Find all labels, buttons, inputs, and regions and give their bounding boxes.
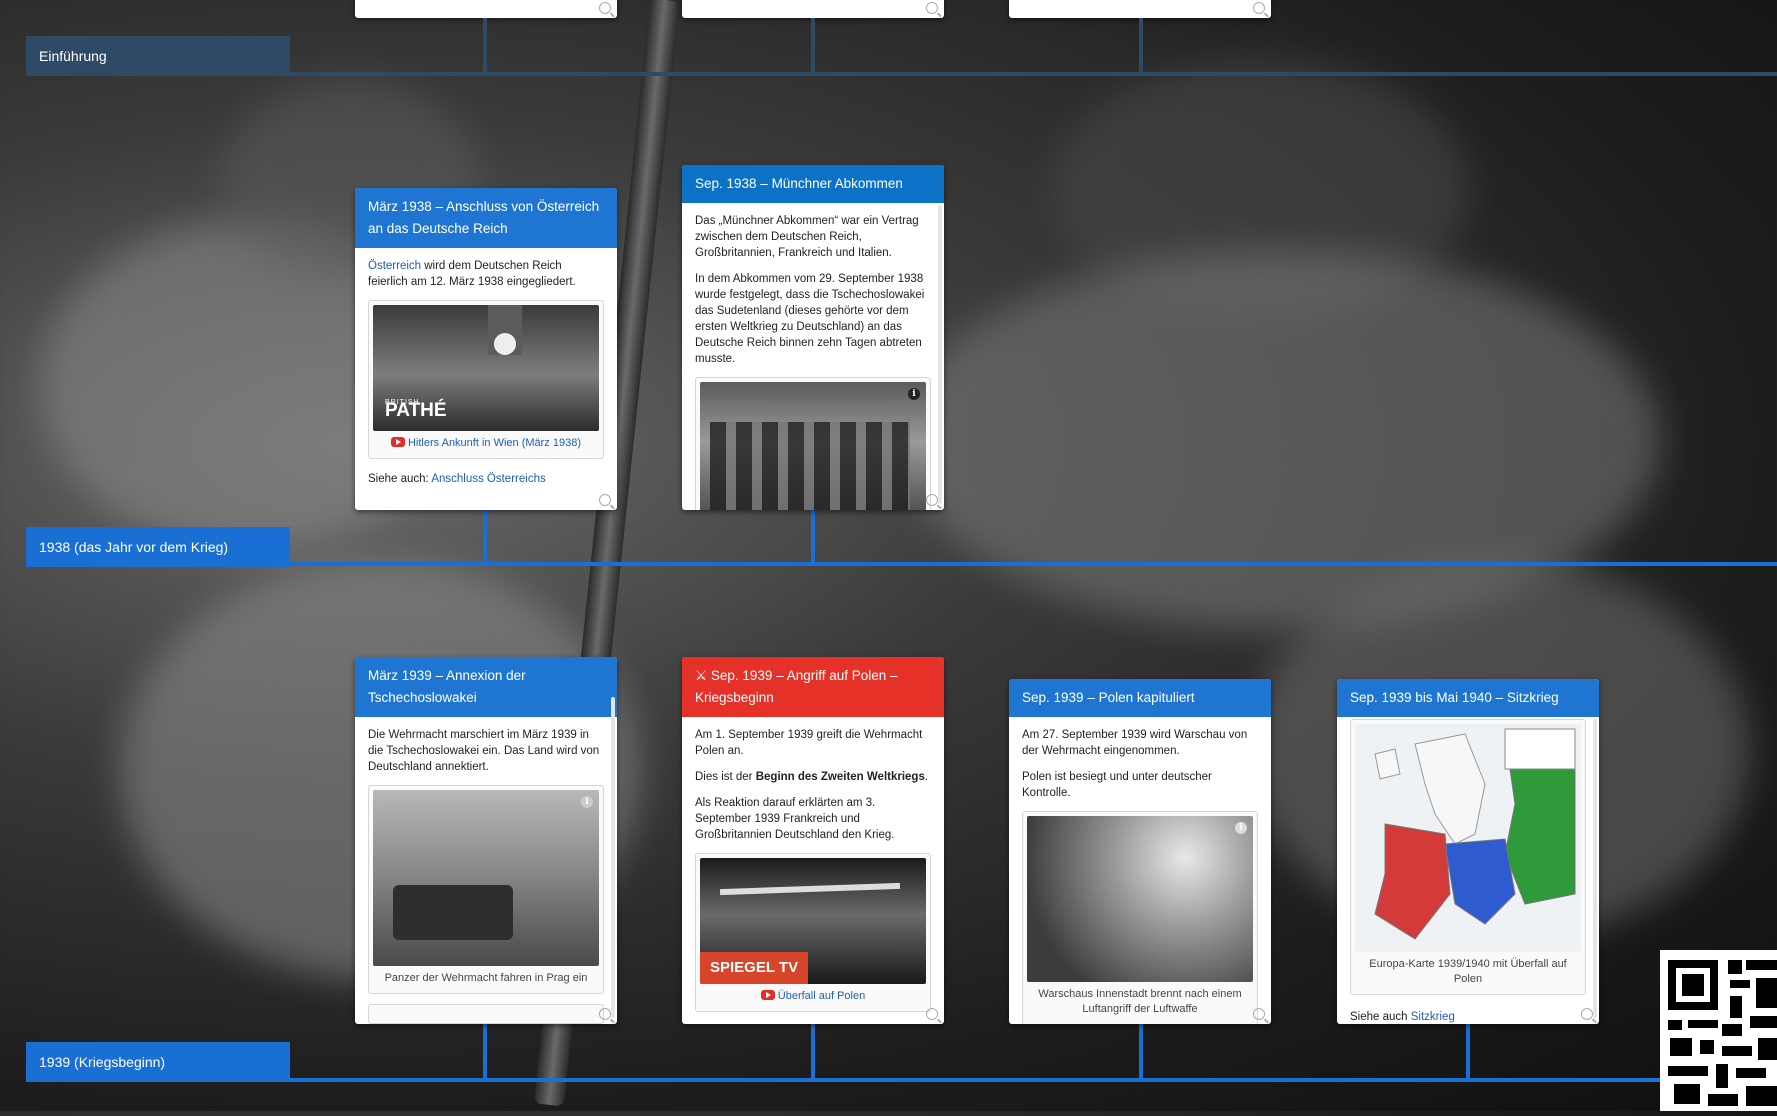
card-text: Am 27. September 1939 wird Warschau von … (1022, 729, 1248, 757)
image-caption: Europa-Karte 1939/1940 mit Überfall auf … (1369, 958, 1567, 985)
card-title[interactable]: März 1938 – Anschluss von Österreich an … (355, 188, 617, 248)
connector (1139, 18, 1143, 72)
connector (1466, 1022, 1470, 1080)
connector (483, 508, 487, 564)
card-anschluss[interactable]: März 1938 – Anschluss von Österreich an … (355, 188, 617, 510)
info-icon[interactable]: i (581, 796, 593, 808)
card-scrollbar[interactable] (1593, 719, 1597, 1018)
image-embed[interactable]: Europa-Karte 1939/1940 mit Überfall auf … (1350, 719, 1586, 995)
card-scrollbar[interactable] (611, 697, 615, 1018)
pathe-logo: PATHÉ (385, 400, 447, 421)
card-title[interactable]: Sep. 1939 bis Mai 1940 – Sitzkrieg (1337, 679, 1599, 717)
youtube-icon (390, 437, 405, 447)
banner-emblem (494, 333, 516, 355)
see-also: Siehe auch: Anschluss Österreichs (368, 471, 604, 487)
card-sitzkrieg[interactable]: Sep. 1939 bis Mai 1940 – Sitzkrieg Europ… (1337, 679, 1599, 1024)
video-link[interactable]: Hitlers Ankunft in Wien (März 1938) (408, 437, 581, 449)
lane-label-intro[interactable]: Einführung (26, 36, 290, 76)
image-caption: Warschaus Innenstadt brennt nach einem L… (1038, 988, 1242, 1015)
photo-abkommen[interactable]: i (700, 382, 926, 510)
card-text: Als Reaktion darauf erklärten am 3. Sept… (695, 797, 895, 841)
card-partial-top-2[interactable] (682, 0, 944, 18)
video-embed[interactable]: SPIEGEL TV Überfall auf Polen (695, 853, 931, 1012)
connector (811, 508, 815, 564)
card-title[interactable]: Sep. 1938 – Münchner Abkommen (682, 165, 944, 203)
image-caption: Panzer der Wehrmacht fahren in Prag ein (384, 972, 588, 984)
lane-label-1939[interactable]: 1939 (Kriegsbeginn) (26, 1042, 290, 1082)
timeline-lane-line (255, 72, 1777, 76)
zoom-icon[interactable] (599, 2, 611, 14)
qr-code-graphic (1668, 960, 1777, 1106)
video-thumbnail[interactable]: BRITISH PATHÉ (373, 305, 599, 431)
connector (483, 18, 487, 72)
image-embed[interactable]: i (695, 377, 931, 510)
card-text: Polen ist besiegt und unter deutscher Ko… (1022, 771, 1212, 799)
card-partial-top-3[interactable] (1009, 0, 1271, 18)
image-embed[interactable]: i Warschaus Innenstadt brennt nach einem… (1022, 811, 1258, 1024)
see-also-link[interactable]: Sitzkrieg (1411, 1011, 1455, 1023)
timeline-lane-line (255, 562, 1777, 566)
card-text: Die Wehrmacht marschiert im März 1939 in… (368, 729, 600, 773)
card-scrollbar[interactable] (938, 205, 942, 504)
video-link[interactable]: Überfall auf Polen (778, 990, 865, 1002)
photo-figures (710, 422, 910, 510)
text-post: . (924, 771, 929, 783)
photo-tank (393, 885, 513, 940)
spiegel-tv-logo: SPIEGEL TV (700, 952, 809, 984)
photo-warschau[interactable]: i (1027, 816, 1253, 982)
zoom-icon[interactable] (1253, 2, 1265, 14)
crossed-swords-icon: ⚔ (695, 668, 708, 683)
connector (1139, 1022, 1143, 1080)
see-also-label: Siehe auch: (368, 473, 432, 485)
card-text: Österreich wird dem Deutschen Reich feie… (368, 258, 604, 290)
youtube-icon (760, 990, 775, 1000)
zoom-icon[interactable] (1581, 1008, 1593, 1020)
see-also-label: Siehe auch (1350, 1011, 1411, 1023)
card-text: Dies ist der Beginn des Zweiten Weltkrie… (695, 769, 931, 785)
card-muenchner-abkommen[interactable]: Sep. 1938 – Münchner Abkommen Das „Münch… (682, 165, 944, 510)
card-text: Am 1. September 1939 greift die Wehrmach… (695, 729, 923, 757)
card-title[interactable]: ⚔ Sep. 1939 – Angriff auf Polen – Kriegs… (682, 657, 944, 717)
image-embed-partial[interactable] (368, 1004, 604, 1024)
connector (483, 1022, 487, 1080)
card-text: In dem Abkommen vom 29. September 1938 w… (695, 273, 925, 365)
card-polen-kapituliert[interactable]: Sep. 1939 – Polen kapituliert Am 27. Sep… (1009, 679, 1271, 1024)
card-title[interactable]: Sep. 1939 – Polen kapituliert (1009, 679, 1271, 717)
image-embed[interactable]: i Panzer der Wehrmacht fahren in Prag ei… (368, 785, 604, 994)
video-thumbnail[interactable]: SPIEGEL TV (700, 858, 926, 984)
info-icon[interactable]: i (1235, 822, 1247, 834)
card-title[interactable]: März 1939 – Annexion der Tschechoslowake… (355, 657, 617, 717)
qr-code (1660, 950, 1777, 1111)
see-also: Siehe auch Sitzkrieg (1350, 1009, 1586, 1024)
zoom-icon[interactable] (926, 1008, 938, 1020)
card-title-text: Sep. 1939 – Angriff auf Polen – Kriegsbe… (695, 668, 898, 705)
info-icon[interactable]: i (908, 388, 920, 400)
map-europa[interactable] (1355, 724, 1581, 952)
card-partial-top-1[interactable] (355, 0, 617, 18)
card-annexion-tschechoslowakei[interactable]: März 1939 – Annexion der Tschechoslowake… (355, 657, 617, 1024)
photo-panzer-prag[interactable]: i (373, 790, 599, 966)
see-also-link[interactable]: Anschluss Österreichs (431, 473, 545, 485)
card-angriff-auf-polen[interactable]: ⚔ Sep. 1939 – Angriff auf Polen – Kriegs… (682, 657, 944, 1024)
connector (811, 1022, 815, 1080)
photo-barrier (719, 882, 901, 896)
text-bold: Beginn des Zweiten Weltkriegs (755, 771, 925, 783)
card-text: Das „Münchner Abkommen“ war ein Vertrag … (695, 215, 919, 259)
zoom-icon[interactable] (599, 494, 611, 506)
connector (811, 18, 815, 72)
text-pre: Dies ist der (695, 771, 756, 783)
video-embed[interactable]: BRITISH PATHÉ Hitlers Ankunft in Wien (M… (368, 300, 604, 459)
oesterreich-link[interactable]: Österreich (368, 260, 421, 272)
lane-label-1938[interactable]: 1938 (das Jahr vor dem Krieg) (26, 527, 290, 567)
zoom-icon[interactable] (926, 494, 938, 506)
zoom-icon[interactable] (1253, 1008, 1265, 1020)
timeline-lane-line (255, 1078, 1777, 1082)
zoom-icon[interactable] (926, 2, 938, 14)
map-graphic (1355, 724, 1579, 952)
zoom-icon[interactable] (599, 1008, 611, 1020)
